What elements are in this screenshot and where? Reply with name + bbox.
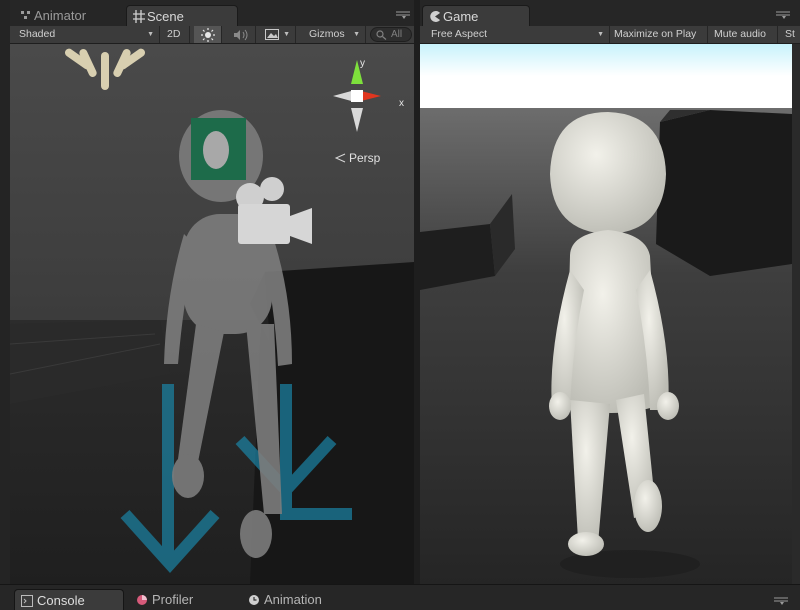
tab-animator-label: Animator <box>34 8 87 23</box>
tab-profiler-label: Profiler <box>152 592 194 607</box>
aspect-dropdown[interactable]: Free Aspect ▼ <box>426 26 610 43</box>
game-viewport-canvas <box>420 44 792 584</box>
scene-grid-icon <box>133 10 145 23</box>
game-wall-block <box>656 110 792 276</box>
tab-console[interactable]: Console <box>14 589 124 610</box>
profiler-icon <box>137 595 147 605</box>
tab-game-label: Game <box>443 9 479 24</box>
tab-game[interactable]: Game <box>422 5 530 27</box>
animator-icon <box>21 11 30 19</box>
sun-icon <box>201 28 215 42</box>
game-toolbar: Free Aspect ▼ Maximize on Play Mute audi… <box>420 26 800 44</box>
left-dock-edge <box>0 0 10 584</box>
image-icon <box>265 29 279 40</box>
scene-search-input[interactable]: All <box>370 27 412 42</box>
shading-mode-label: Shaded <box>19 28 56 40</box>
maximize-on-play-label: Maximize on Play <box>614 28 697 40</box>
projection-label[interactable]: Persp <box>349 151 381 165</box>
panel-menu-icon[interactable] <box>396 11 410 19</box>
game-tab-bar: Game <box>420 0 800 27</box>
chevron-down-icon: ▼ <box>147 31 154 38</box>
gizmo-axis-x-label: x <box>399 98 404 109</box>
panel-menu-icon[interactable] <box>774 597 788 605</box>
tab-animation-label: Animation <box>264 592 322 607</box>
scene-view[interactable]: y x Persp <box>10 44 414 584</box>
maximize-on-play-toggle[interactable]: Maximize on Play <box>610 26 708 43</box>
speaker-icon <box>234 29 248 41</box>
console-icon <box>21 595 33 607</box>
shading-mode-dropdown[interactable]: Shaded ▼ <box>14 26 160 43</box>
tab-console-label: Console <box>37 593 85 608</box>
clock-icon <box>249 595 259 605</box>
tab-animation[interactable]: Animation <box>242 589 352 610</box>
pacman-icon <box>430 11 440 22</box>
mute-audio-toggle[interactable]: Mute audio <box>708 26 778 43</box>
tab-profiler[interactable]: Profiler <box>130 589 230 610</box>
scene-toolbar: Shaded ▼ 2D ▼ Gizmos ▼ All <box>10 26 414 44</box>
mute-audio-label: Mute audio <box>714 28 766 40</box>
chevron-down-icon: ▼ <box>283 31 290 38</box>
scene-tab-bar: Animator Scene <box>10 0 414 27</box>
chevron-down-icon: ▼ <box>353 31 360 38</box>
search-icon <box>376 30 387 40</box>
scene-lighting-toggle[interactable] <box>194 26 222 43</box>
stats-toggle[interactable]: St <box>780 26 800 43</box>
panel-menu-icon[interactable] <box>776 11 790 19</box>
scene-audio-toggle[interactable] <box>226 26 256 43</box>
mode-2d-button[interactable]: 2D <box>160 26 190 43</box>
search-placeholder: All <box>391 29 403 40</box>
stats-label: St <box>785 28 795 40</box>
mode-2d-label: 2D <box>167 28 181 40</box>
scene-effects-dropdown[interactable]: ▼ <box>260 26 296 43</box>
scene-viewport-canvas: y x Persp <box>10 44 414 584</box>
chevron-down-icon: ▼ <box>597 31 604 38</box>
game-skybox <box>420 44 792 108</box>
gizmo-axis-y-label: y <box>360 58 365 69</box>
right-dock-edge <box>792 44 800 584</box>
aspect-label: Free Aspect <box>431 28 488 40</box>
bottom-tab-bar: Console Profiler Animation <box>0 584 800 610</box>
gizmos-dropdown[interactable]: Gizmos ▼ <box>304 26 366 43</box>
tab-animator[interactable]: Animator <box>14 5 128 27</box>
tab-scene-label: Scene <box>147 9 184 24</box>
tab-scene[interactable]: Scene <box>126 5 238 27</box>
gizmos-label: Gizmos <box>309 28 345 40</box>
game-view[interactable] <box>420 44 792 584</box>
